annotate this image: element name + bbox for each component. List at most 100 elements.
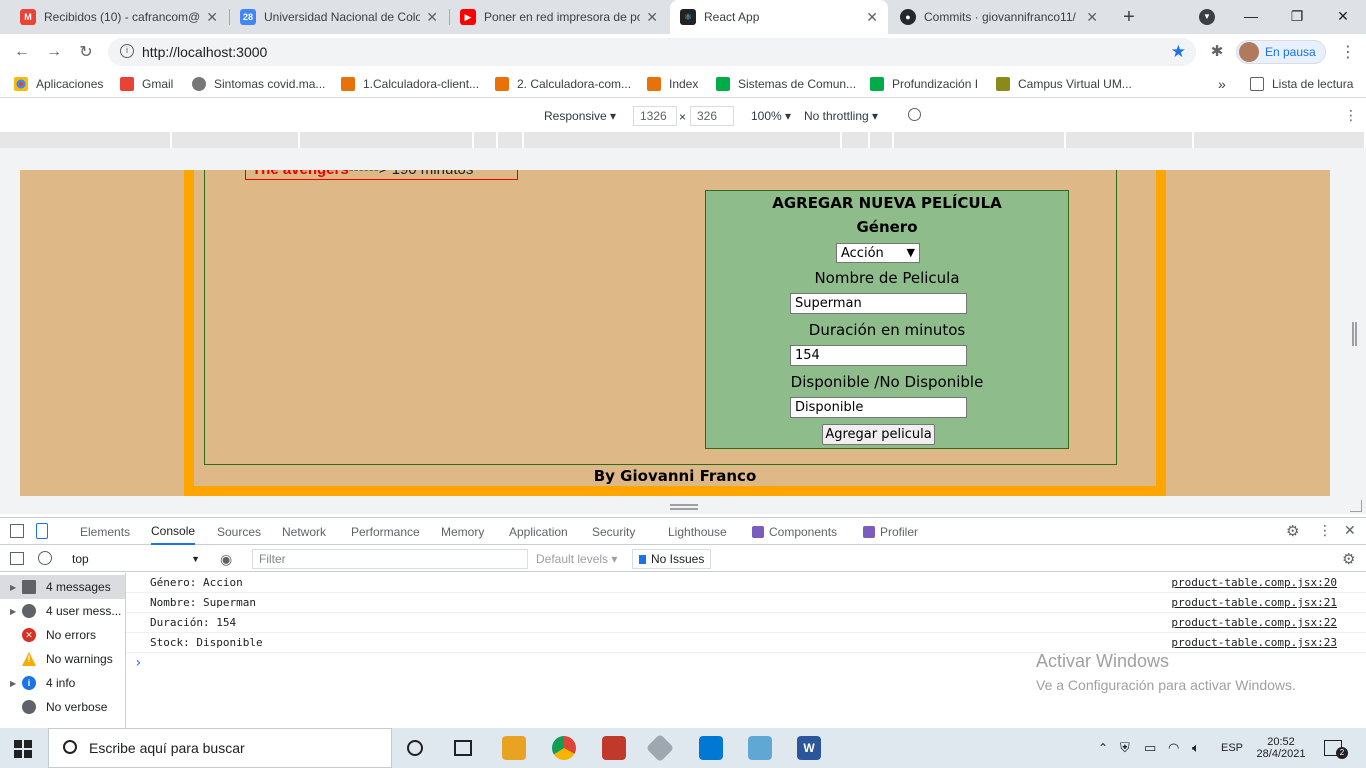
- notifications-button[interactable]: 2: [1324, 728, 1348, 768]
- stock-input[interactable]: Disponible: [790, 397, 967, 418]
- tab-network[interactable]: Network: [282, 518, 326, 545]
- media-query-segment[interactable]: [1194, 132, 1366, 148]
- console-prompt[interactable]: ›: [134, 655, 142, 671]
- tab-sources[interactable]: Sources: [217, 518, 261, 545]
- bookmark-sistemas[interactable]: Sistemas de Comun...: [716, 76, 856, 92]
- tab-profiler[interactable]: Profiler: [863, 518, 918, 545]
- tab-console[interactable]: Console: [151, 518, 196, 545]
- close-icon[interactable]: ✕: [646, 9, 658, 26]
- media-query-segment[interactable]: [894, 132, 1066, 148]
- throttle-select[interactable]: No throttling ▾: [804, 109, 878, 123]
- tab-gmail[interactable]: M Recibidos (10) - cafrancom@u ✕: [10, 0, 228, 34]
- close-icon[interactable]: ✕: [426, 9, 438, 26]
- extensions-icon[interactable]: ✱: [1208, 42, 1226, 60]
- device-width-input[interactable]: 1326: [633, 106, 677, 126]
- close-icon[interactable]: ✕: [206, 9, 218, 26]
- cortana-icon[interactable]: [407, 740, 423, 756]
- bookmark-calculadora-2[interactable]: 2. Calculadora-com...: [495, 76, 631, 92]
- new-tab-button[interactable]: +: [1118, 6, 1140, 28]
- media-query-segment[interactable]: [498, 132, 524, 148]
- bookmark-star-icon[interactable]: ★: [1171, 42, 1186, 62]
- clear-console-icon[interactable]: [38, 551, 52, 565]
- media-query-segment[interactable]: [870, 132, 894, 148]
- wifi-icon[interactable]: ◠: [1168, 728, 1179, 768]
- tray-overflow-icon[interactable]: ⌃: [1098, 728, 1108, 768]
- bookmark-sintomas[interactable]: Sintomas covid.ma...: [192, 76, 325, 92]
- restore-button[interactable]: ❐: [1274, 0, 1320, 32]
- media-query-segment[interactable]: [524, 132, 842, 148]
- tab-youtube[interactable]: ▶ Poner en red impresora de pc ✕: [450, 0, 668, 34]
- antivirus-icon[interactable]: [602, 736, 626, 760]
- sidebar-item-verbose[interactable]: No verbose: [0, 695, 125, 719]
- tab-performance[interactable]: Performance: [351, 518, 420, 545]
- eye-icon[interactable]: ◉: [220, 551, 232, 568]
- genre-select[interactable]: Acción ▼: [836, 243, 920, 263]
- close-window-button[interactable]: ✕: [1320, 0, 1366, 32]
- tab-components[interactable]: Components: [752, 518, 837, 545]
- close-icon[interactable]: ✕: [1086, 9, 1098, 26]
- close-icon[interactable]: ✕: [866, 9, 878, 26]
- device-mode-select[interactable]: Responsive ▾: [544, 109, 616, 123]
- console-filter-input[interactable]: Filter: [252, 549, 528, 569]
- media-query-segment[interactable]: [474, 132, 498, 148]
- sidebar-item-warnings[interactable]: ! No warnings: [0, 647, 125, 671]
- battery-icon[interactable]: ▭: [1144, 728, 1156, 768]
- tab-universidad[interactable]: 28 Universidad Nacional de Colo ✕: [230, 0, 448, 34]
- back-button[interactable]: ←: [10, 40, 34, 64]
- tab-application[interactable]: Application: [509, 518, 568, 545]
- zoom-select[interactable]: 100% ▾: [751, 109, 791, 123]
- bookmark-gmail[interactable]: Gmail: [120, 76, 173, 92]
- add-movie-button[interactable]: Agregar pelicula: [822, 424, 935, 445]
- log-levels-select[interactable]: Default levels ▾: [536, 552, 617, 566]
- corner-resize-handle[interactable]: [1350, 500, 1362, 512]
- media-query-segment[interactable]: [1066, 132, 1194, 148]
- context-select[interactable]: top ▼: [64, 549, 204, 569]
- tab-react-app[interactable]: ⚛ React App ✕: [670, 0, 888, 34]
- word-icon[interactable]: W: [797, 736, 821, 760]
- issues-button[interactable]: No Issues: [632, 549, 712, 569]
- task-view-icon[interactable]: [454, 740, 472, 756]
- log-source-link[interactable]: product-table.comp.jsx:22: [1171, 616, 1337, 629]
- reading-list[interactable]: Lista de lectura: [1250, 76, 1353, 92]
- tab-memory[interactable]: Memory: [441, 518, 484, 545]
- vscode-icon[interactable]: [699, 736, 723, 760]
- start-button[interactable]: [14, 740, 32, 758]
- device-toggle-icon[interactable]: [36, 523, 48, 539]
- forward-button[interactable]: →: [42, 40, 66, 64]
- sidebar-item-messages[interactable]: ▶ 4 messages: [0, 575, 125, 599]
- settings-gear-icon[interactable]: ⚙: [1286, 522, 1299, 540]
- bookmark-index[interactable]: Index: [647, 76, 698, 92]
- tab-security[interactable]: Security: [592, 518, 635, 545]
- info-icon[interactable]: i: [120, 44, 134, 58]
- minimize-button[interactable]: —: [1228, 0, 1274, 32]
- address-bar[interactable]: i http://localhost:3000 ★: [108, 38, 1196, 66]
- rotate-icon[interactable]: [908, 108, 921, 121]
- devtools-menu-icon[interactable]: ⋮: [1318, 522, 1332, 539]
- taskbar-search[interactable]: Escribe aquí para buscar: [48, 728, 392, 768]
- language-indicator[interactable]: ESP: [1221, 728, 1243, 768]
- menu-icon[interactable]: ⋮: [1340, 42, 1356, 62]
- media-query-segment[interactable]: [300, 132, 474, 148]
- profile-button[interactable]: En pausa: [1236, 40, 1326, 64]
- media-query-segment[interactable]: [172, 132, 300, 148]
- tab-lighthouse[interactable]: Lighthouse: [668, 518, 727, 545]
- log-source-link[interactable]: product-table.comp.jsx:21: [1171, 596, 1337, 609]
- sidebar-item-info[interactable]: ▶ i 4 info: [0, 671, 125, 695]
- close-devtools-icon[interactable]: ✕: [1344, 522, 1356, 539]
- media-query-segment[interactable]: [842, 132, 870, 148]
- sidebar-toggle-icon[interactable]: [10, 552, 24, 565]
- security-tray-icon[interactable]: ⛨: [1120, 728, 1130, 768]
- sidebar-item-user-messages[interactable]: ▶ 4 user mess...: [0, 599, 125, 623]
- console-settings-icon[interactable]: ⚙: [1342, 550, 1355, 568]
- git-client-icon[interactable]: [645, 733, 675, 763]
- bookmark-campus[interactable]: Campus Virtual UM...: [996, 76, 1132, 92]
- volume-icon[interactable]: 🔈︎: [1192, 728, 1200, 768]
- bookmark-profundizacion[interactable]: Profundización I: [870, 76, 978, 92]
- tab-search-icon[interactable]: ▼: [1199, 9, 1215, 25]
- tab-elements[interactable]: Elements: [80, 518, 130, 545]
- file-explorer-icon[interactable]: [502, 736, 526, 760]
- device-height-input[interactable]: 326: [690, 106, 734, 126]
- name-input[interactable]: Superman: [790, 293, 967, 314]
- device-menu-icon[interactable]: ⋮: [1344, 107, 1358, 124]
- clock[interactable]: 20:52 28/4/2021: [1256, 728, 1306, 768]
